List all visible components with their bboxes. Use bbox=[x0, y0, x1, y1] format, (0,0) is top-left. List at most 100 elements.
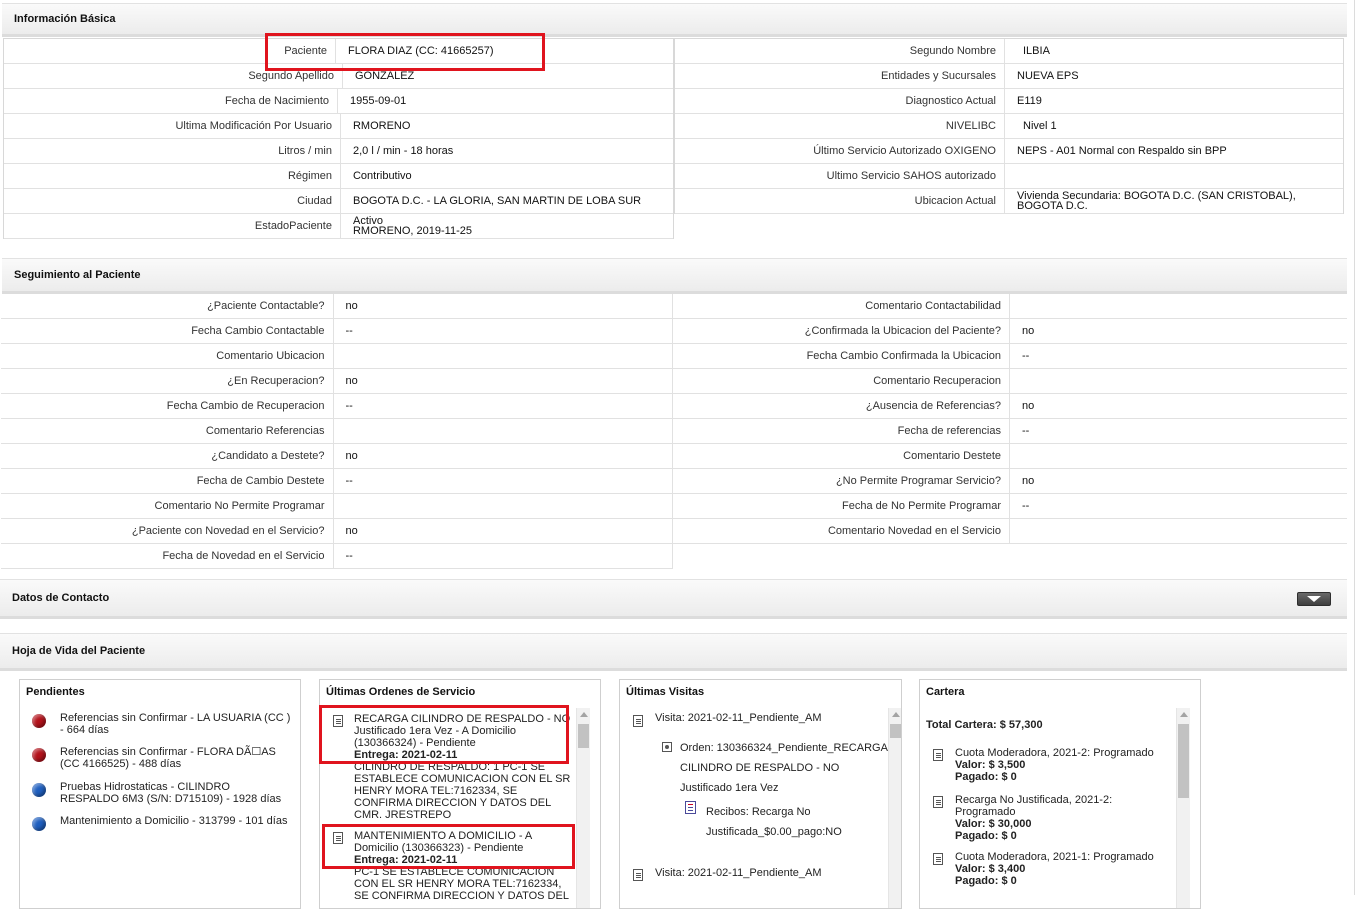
status-dot-icon bbox=[32, 714, 46, 728]
value-comentario-ubicacion bbox=[333, 344, 672, 368]
scroll-up-icon[interactable] bbox=[1180, 712, 1188, 717]
row-comentario-recuperacion: Comentario Recuperacion bbox=[673, 369, 1347, 394]
card-pendientes: Pendientes Referencias sin Confirmar - L… bbox=[19, 679, 301, 909]
label-fecha-no-permite: Fecha de No Permite Programar bbox=[673, 494, 1010, 518]
value-comentario-recuperacion bbox=[1010, 369, 1347, 393]
row-comentario-novedad: Comentario Novedad en el Servicio bbox=[673, 519, 1347, 544]
label-comentario-referencias: Comentario Referencias bbox=[1, 419, 334, 443]
row-diagnostico: Diagnostico Actual E119 bbox=[675, 89, 1343, 114]
label-fecha-nacimiento: Fecha de Nacimiento bbox=[4, 89, 338, 113]
visit-item[interactable]: Visita: 2021-02-11_Pendiente_AM bbox=[655, 863, 822, 883]
scrollbar[interactable] bbox=[888, 708, 901, 908]
row-paciente-contactable: ¿Paciente Contactable? no bbox=[1, 294, 672, 319]
value-fecha-cambio-destete: -- bbox=[333, 469, 672, 493]
cartera-item-pagado: Pagado: $ 0 bbox=[955, 771, 1017, 783]
row-segundo-nombre: Segundo Nombre ILBIA bbox=[675, 39, 1343, 64]
visit-receipt-line1[interactable]: Recibos: Recarga No bbox=[706, 802, 811, 822]
cartera-item-title: Cuota Moderadora, 2021-1: Programado bbox=[955, 851, 1154, 863]
row-servicio-sahos: Ultimo Servicio SAHOS autorizado bbox=[675, 164, 1343, 189]
expand-contact-button[interactable] bbox=[1297, 592, 1331, 606]
section-header-contact[interactable]: Datos de Contacto bbox=[0, 579, 1347, 619]
label-fecha-cambio-destete: Fecha de Cambio Destete bbox=[1, 469, 334, 493]
row-comentario-no-permite: Comentario No Permite Programar bbox=[1, 494, 672, 519]
cartera-total: Total Cartera: $ 57,300 bbox=[926, 719, 1043, 731]
scroll-thumb[interactable] bbox=[578, 724, 589, 748]
value-nivelibc: Nivel 1 bbox=[1005, 114, 1343, 138]
card-title-visitas: Últimas Visitas bbox=[626, 686, 705, 698]
label-no-permite-programar: ¿No Permite Programar Servicio? bbox=[673, 469, 1010, 493]
card-title-cartera: Cartera bbox=[926, 686, 965, 698]
label-fecha-confirmada-ubicacion: Fecha Cambio Confirmada la Ubicacion bbox=[673, 344, 1010, 368]
value-no-permite-programar: no bbox=[1010, 469, 1347, 493]
value-ultima-modificacion: RMORENO bbox=[340, 114, 673, 138]
visit-order-line1[interactable]: Orden: 130366324_Pendiente_RECARGA bbox=[680, 738, 888, 758]
cartera-item-pagado: Pagado: $ 0 bbox=[955, 875, 1017, 887]
scroll-up-icon[interactable] bbox=[580, 712, 588, 717]
scrollbar[interactable] bbox=[576, 708, 590, 908]
receipt-icon bbox=[685, 801, 696, 814]
order-item-extra: CILINDRO DE RESPALDO: 1 PC-1 SE ESTABLEC… bbox=[354, 761, 571, 821]
value-fecha-confirmada-ubicacion: -- bbox=[1010, 344, 1347, 368]
follow-up-right-panel: Comentario Contactabilidad ¿Confirmada l… bbox=[673, 294, 1347, 544]
row-ciudad: Ciudad BOGOTA D.C. - LA GLORIA, SAN MART… bbox=[4, 189, 673, 214]
row-estado-paciente: EstadoPaciente Activo RMORENO, 2019-11-2… bbox=[4, 214, 673, 239]
scroll-thumb[interactable] bbox=[1178, 724, 1189, 798]
value-ausencia-referencias: no bbox=[1010, 394, 1347, 418]
section-header-history: Hoja de Vida del Paciente bbox=[0, 633, 1347, 671]
pending-item-text: Pruebas Hidrostaticas - CILINDRO RESPALD… bbox=[60, 781, 282, 805]
order-icon bbox=[662, 742, 672, 752]
value-en-recuperacion: no bbox=[333, 369, 672, 393]
value-candidato-destete: no bbox=[333, 444, 672, 468]
row-fecha-referencias: Fecha de referencias -- bbox=[673, 419, 1347, 444]
pending-item-text: Referencias sin Confirmar - LA USUARIA (… bbox=[60, 712, 291, 736]
document-icon bbox=[933, 796, 943, 808]
row-fecha-nacimiento: Fecha de Nacimiento 1955-09-01 bbox=[4, 89, 673, 114]
value-fecha-referencias: -- bbox=[1010, 419, 1347, 443]
pending-item[interactable]: Pruebas Hidrostaticas - CILINDRO RESPALD… bbox=[32, 781, 292, 805]
value-fecha-cambio-contactable: -- bbox=[333, 319, 672, 343]
cartera-item[interactable]: Recarga No Justificada, 2021-2: Programa… bbox=[955, 794, 1145, 842]
label-fecha-cambio-recuperacion: Fecha Cambio de Recuperacion bbox=[1, 394, 334, 418]
status-dot-icon bbox=[32, 817, 46, 831]
follow-up-left-panel: ¿Paciente Contactable? no Fecha Cambio C… bbox=[1, 294, 673, 569]
cartera-item-title: Cuota Moderadora, 2021-2: Programado bbox=[955, 747, 1154, 759]
value-fecha-novedad: -- bbox=[333, 544, 672, 568]
row-comentario-contactabilidad: Comentario Contactabilidad bbox=[673, 294, 1347, 319]
cartera-item[interactable]: Cuota Moderadora, 2021-1: Programado Val… bbox=[955, 851, 1180, 887]
label-entidades: Entidades y Sucursales bbox=[675, 64, 1005, 88]
visit-item[interactable]: Visita: 2021-02-11_Pendiente_AM bbox=[655, 708, 822, 728]
cartera-item-valor: Valor: $ 3,500 bbox=[955, 759, 1026, 771]
visit-order-line3: Justificado 1era Vez bbox=[680, 782, 779, 794]
row-entidades: Entidades y Sucursales NUEVA EPS bbox=[675, 64, 1343, 89]
scroll-up-icon[interactable] bbox=[892, 712, 900, 717]
estado-paciente-line2: RMORENO, 2019-11-25 bbox=[352, 225, 472, 237]
card-visitas: Últimas Visitas Visita: 2021-02-11_Pendi… bbox=[619, 679, 902, 909]
label-candidato-destete: ¿Candidato a Destete? bbox=[1, 444, 334, 468]
label-comentario-novedad: Comentario Novedad en el Servicio bbox=[673, 519, 1010, 543]
label-fecha-novedad: Fecha de Novedad en el Servicio bbox=[1, 544, 334, 568]
cartera-item[interactable]: Cuota Moderadora, 2021-2: Programado Val… bbox=[955, 747, 1180, 783]
label-estado-paciente: EstadoPaciente bbox=[4, 214, 341, 238]
value-confirmada-ubicacion: no bbox=[1010, 319, 1347, 343]
scroll-thumb[interactable] bbox=[890, 724, 901, 738]
card-title-ordenes: Últimas Ordenes de Servicio bbox=[326, 686, 476, 698]
value-ciudad: BOGOTA D.C. - LA GLORIA, SAN MARTIN DE L… bbox=[340, 189, 673, 213]
order-item-extra: PC-1 SE ESTABLECE COMUNICACION CON EL SR… bbox=[354, 866, 569, 902]
scrollbar[interactable] bbox=[1176, 708, 1190, 908]
row-fecha-cambio-recuperacion: Fecha Cambio de Recuperacion -- bbox=[1, 394, 672, 419]
pending-item[interactable]: Referencias sin Confirmar - LA USUARIA (… bbox=[32, 712, 292, 736]
page-right-border bbox=[1354, 0, 1355, 895]
pending-item[interactable]: Referencias sin Confirmar - FLORA DÃ☐AS … bbox=[32, 746, 292, 770]
value-fecha-no-permite: -- bbox=[1010, 494, 1347, 518]
label-segundo-nombre: Segundo Nombre bbox=[675, 39, 1005, 63]
card-cartera: Cartera Total Cartera: $ 57,300 Cuota Mo… bbox=[919, 679, 1201, 909]
pending-item-text: Referencias sin Confirmar - FLORA DÃ☐AS … bbox=[60, 746, 276, 770]
label-litros-min: Litros / min bbox=[4, 139, 341, 163]
value-comentario-destete bbox=[1010, 444, 1347, 468]
row-ubicacion-actual: Ubicacion Actual Vivienda Secundaria: BO… bbox=[675, 189, 1343, 214]
row-comentario-referencias: Comentario Referencias bbox=[1, 419, 672, 444]
status-dot-icon bbox=[32, 748, 46, 762]
label-comentario-recuperacion: Comentario Recuperacion bbox=[673, 369, 1010, 393]
pending-item[interactable]: Mantenimiento a Domicilio - 313799 - 101… bbox=[32, 815, 292, 831]
row-en-recuperacion: ¿En Recuperacion? no bbox=[1, 369, 672, 394]
